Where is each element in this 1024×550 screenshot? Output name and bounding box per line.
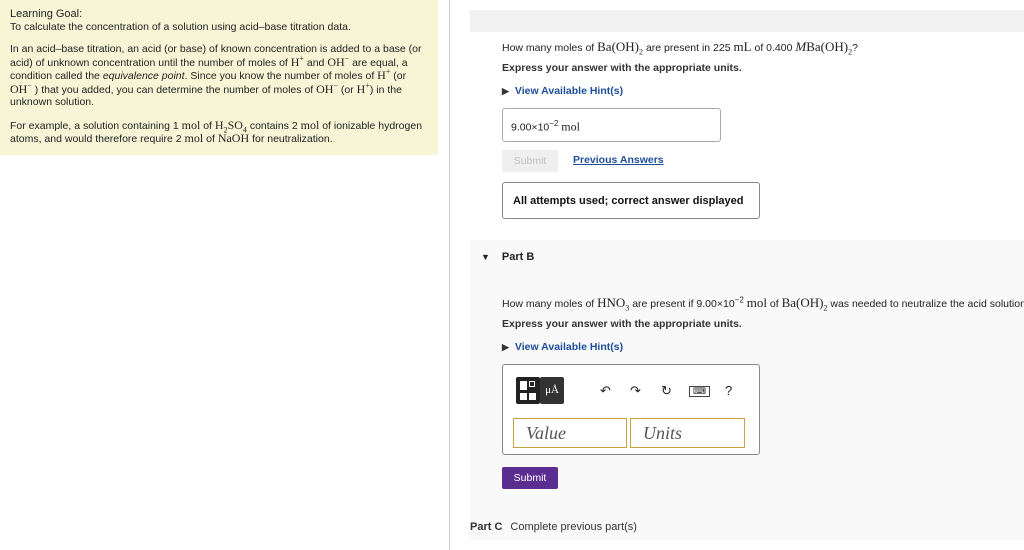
part-a-submit-button[interactable]: Submit [502,150,558,172]
learning-goal-panel: Learning Goal: To calculate the concentr… [0,0,438,155]
keyboard-icon[interactable]: ⌨ [689,386,710,397]
panel-divider [449,0,450,550]
part-b-question: How many moles of HNO3 are present if 9.… [502,295,1024,313]
part-b-toggle[interactable]: ▼ Part B [481,251,534,263]
undo-icon[interactable]: ↶ [600,383,611,399]
collapse-triangle-icon: ▼ [481,252,490,262]
templates-icon[interactable] [516,377,540,404]
goal-paragraph-2: For example, a solution containing 1 mol… [10,117,423,145]
previous-answers-link[interactable]: Previous Answers [573,154,664,166]
units-input[interactable]: Units [630,418,745,448]
expand-triangle-icon: ▶ [502,86,509,96]
part-a-answer-display: 9.00×10−2 mol [502,108,721,142]
expand-triangle-icon: ▶ [502,342,509,352]
redo-icon[interactable]: ↷ [630,383,641,399]
goal-paragraph-1: In an acid–base titration, an acid (or b… [10,43,422,108]
value-input[interactable]: Value [513,418,627,448]
part-a-header-band [470,10,1024,32]
part-a-instructions: Express your answer with the appropriate… [502,62,742,74]
attempts-status-box: All attempts used; correct answer displa… [502,182,760,219]
part-a-hints-link[interactable]: ▶ View Available Hint(s) [502,85,623,97]
units-symbol-button[interactable]: μÅ [540,377,564,404]
goal-title: Learning Goal: [10,8,83,20]
part-a-question: How many moles of Ba(OH)2 are present in… [502,39,858,57]
help-icon[interactable]: ? [725,383,732,398]
reset-icon[interactable]: ↻ [661,383,672,399]
part-c-row: Part C Complete previous part(s) [470,521,637,533]
part-b-instructions: Express your answer with the appropriate… [502,318,742,330]
part-b-submit-button[interactable]: Submit [502,467,558,489]
part-b-hints-link[interactable]: ▶ View Available Hint(s) [502,341,623,353]
goal-intro: To calculate the concentration of a solu… [10,20,351,33]
